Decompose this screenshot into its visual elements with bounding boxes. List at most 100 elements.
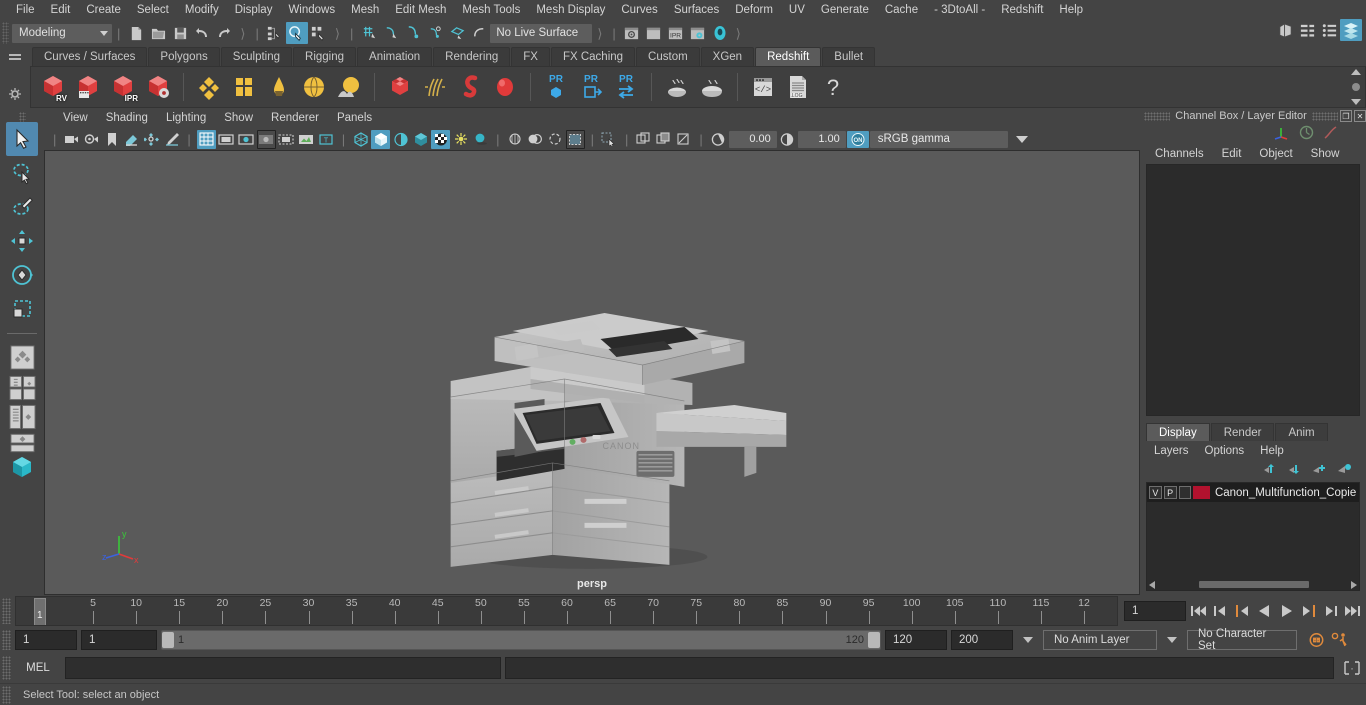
redshift-ipr-icon[interactable]: IPR [107,70,139,104]
step-back-keyframe-icon[interactable] [1211,601,1230,621]
playback-start-time-field[interactable]: 1 [81,630,157,650]
playback-end-time-field[interactable]: 120 [885,630,947,650]
status-line-grip[interactable] [2,22,9,44]
scroll-down-icon[interactable] [1351,99,1361,105]
exposure-value-field[interactable]: 0.00 [728,130,777,148]
animation-preferences-icon[interactable] [1330,630,1349,650]
command-language-label[interactable]: MEL [15,662,61,674]
panel-grip-right[interactable] [1312,111,1338,121]
show-channel-box-icon[interactable] [1340,19,1362,41]
xray-icon[interactable] [600,130,619,149]
move-tool[interactable] [6,224,38,258]
time-slider[interactable]: 1 5 10 15 20 25 30 35 40 45 50 55 60 65 70 75 80 85 90 95 10… [15,596,1118,626]
wireframe-icon[interactable] [351,130,370,149]
bookmark-icon[interactable] [102,130,121,149]
xray-joints-icon[interactable] [634,130,653,149]
dof-icon[interactable] [546,130,565,149]
redshift-volume-icon[interactable] [454,70,486,104]
anim-layer-icon[interactable] [1299,125,1314,143]
go-to-end-icon[interactable] [1343,601,1362,621]
auto-keyframe-icon[interactable]: -|- [1307,630,1326,650]
channel-box-icon[interactable] [1273,125,1290,143]
isolate-select-icon[interactable] [565,129,585,149]
render-region-icon[interactable] [643,22,665,44]
toolbox-grip[interactable] [18,112,26,122]
menu-windows[interactable]: Windows [280,0,343,20]
scroll-thumb[interactable] [1352,83,1360,91]
redshift-light-ies-icon[interactable] [263,70,295,104]
create-new-layer-icon[interactable] [1312,462,1327,479]
menu-display[interactable]: Display [227,0,281,20]
graph-icon[interactable] [1323,125,1338,143]
scale-tool[interactable] [6,292,38,326]
menu-mesh[interactable]: Mesh [343,0,387,20]
redshift-render-view-icon[interactable]: RV [37,70,69,104]
current-frame-field[interactable]: 1 [1124,601,1186,621]
redo-icon[interactable] [213,22,235,44]
new-scene-icon[interactable] [125,22,147,44]
rotate-tool[interactable] [6,258,38,292]
shelf-tab-redshift[interactable]: Redshift [755,47,822,66]
redshift-pr-export-icon[interactable]: PR [575,70,607,104]
four-view-layout[interactable] [6,374,38,402]
snap-to-point-icon[interactable] [402,22,424,44]
channel-box-content[interactable] [1146,164,1360,416]
menu-deform[interactable]: Deform [727,0,781,20]
menu-select[interactable]: Select [129,0,177,20]
shelf-tab-fx-caching[interactable]: FX Caching [550,47,636,66]
viewport-menu-panels[interactable]: Panels [328,111,381,125]
range-start-handle[interactable] [162,632,174,648]
ao-icon[interactable] [471,130,490,149]
menu-file[interactable]: File [8,0,43,20]
redshift-pr-object-icon[interactable]: PR PR [540,70,572,104]
move-layer-down-icon[interactable] [1287,462,1302,479]
shelf-menu-icon[interactable] [8,52,22,65]
render-settings-icon[interactable] [687,22,709,44]
exposure-icon[interactable] [297,130,316,149]
gate-mask-icon[interactable] [256,129,276,149]
gamma-adjust-icon[interactable] [778,130,797,149]
range-end-handle[interactable] [868,632,880,648]
color-management-selector[interactable]: sRGB gamma [869,130,1008,148]
snap-to-view-plane-icon[interactable] [446,22,468,44]
viewport-menu-show[interactable]: Show [215,111,262,125]
menu-set-selector[interactable]: Modeling [12,23,112,43]
film-origin-icon[interactable] [277,130,296,149]
lasso-select-tool[interactable] [6,156,38,190]
menu-edit[interactable]: Edit [43,0,79,20]
panel-grip[interactable] [1144,111,1170,121]
redshift-hair-icon[interactable] [419,70,451,104]
script-editor-icon[interactable]: · [1342,658,1362,678]
animation-end-time-field[interactable]: 200 [951,630,1013,650]
viewport-menu-lighting[interactable]: Lighting [157,111,215,125]
viewport-menu-shading[interactable]: Shading [97,111,157,125]
channel-box-menu-edit[interactable]: Edit [1213,147,1251,161]
layer-menu-layers[interactable]: Layers [1146,444,1197,458]
make-live-icon[interactable] [468,22,490,44]
anim-layer-dropdown-icon[interactable] [1023,637,1033,643]
select-by-hierarchy-icon[interactable] [264,22,286,44]
menu-redshift[interactable]: Redshift [993,0,1051,20]
viewport-menu-view[interactable]: View [54,111,97,125]
layer-tab-render[interactable]: Render [1210,423,1275,441]
save-scene-icon[interactable] [169,22,191,44]
step-forward-keyframe-icon[interactable] [1321,601,1340,621]
hypershade-icon[interactable] [709,22,731,44]
scroll-left-icon[interactable] [1149,580,1155,589]
redshift-proxy-icon[interactable] [384,70,416,104]
color-management-dropdown-icon[interactable] [1013,130,1032,149]
snap-to-projected-center-icon[interactable] [424,22,446,44]
single-perspective-layout[interactable] [6,340,38,374]
shelf-tab-polygons[interactable]: Polygons [148,47,220,66]
redshift-sss-icon[interactable] [489,70,521,104]
shelf-tab-animation[interactable]: Animation [357,47,433,66]
layer-menu-help[interactable]: Help [1252,444,1292,458]
snap-to-curve-icon[interactable] [380,22,402,44]
redshift-material-icon[interactable] [193,70,225,104]
select-tool[interactable] [6,122,38,156]
shelf-tab-fx[interactable]: FX [511,47,550,66]
live-surface-field[interactable]: No Live Surface [490,23,593,43]
menu-modify[interactable]: Modify [177,0,227,20]
redshift-render-sequence-icon[interactable] [72,70,104,104]
scroll-thumb[interactable] [1199,581,1309,588]
